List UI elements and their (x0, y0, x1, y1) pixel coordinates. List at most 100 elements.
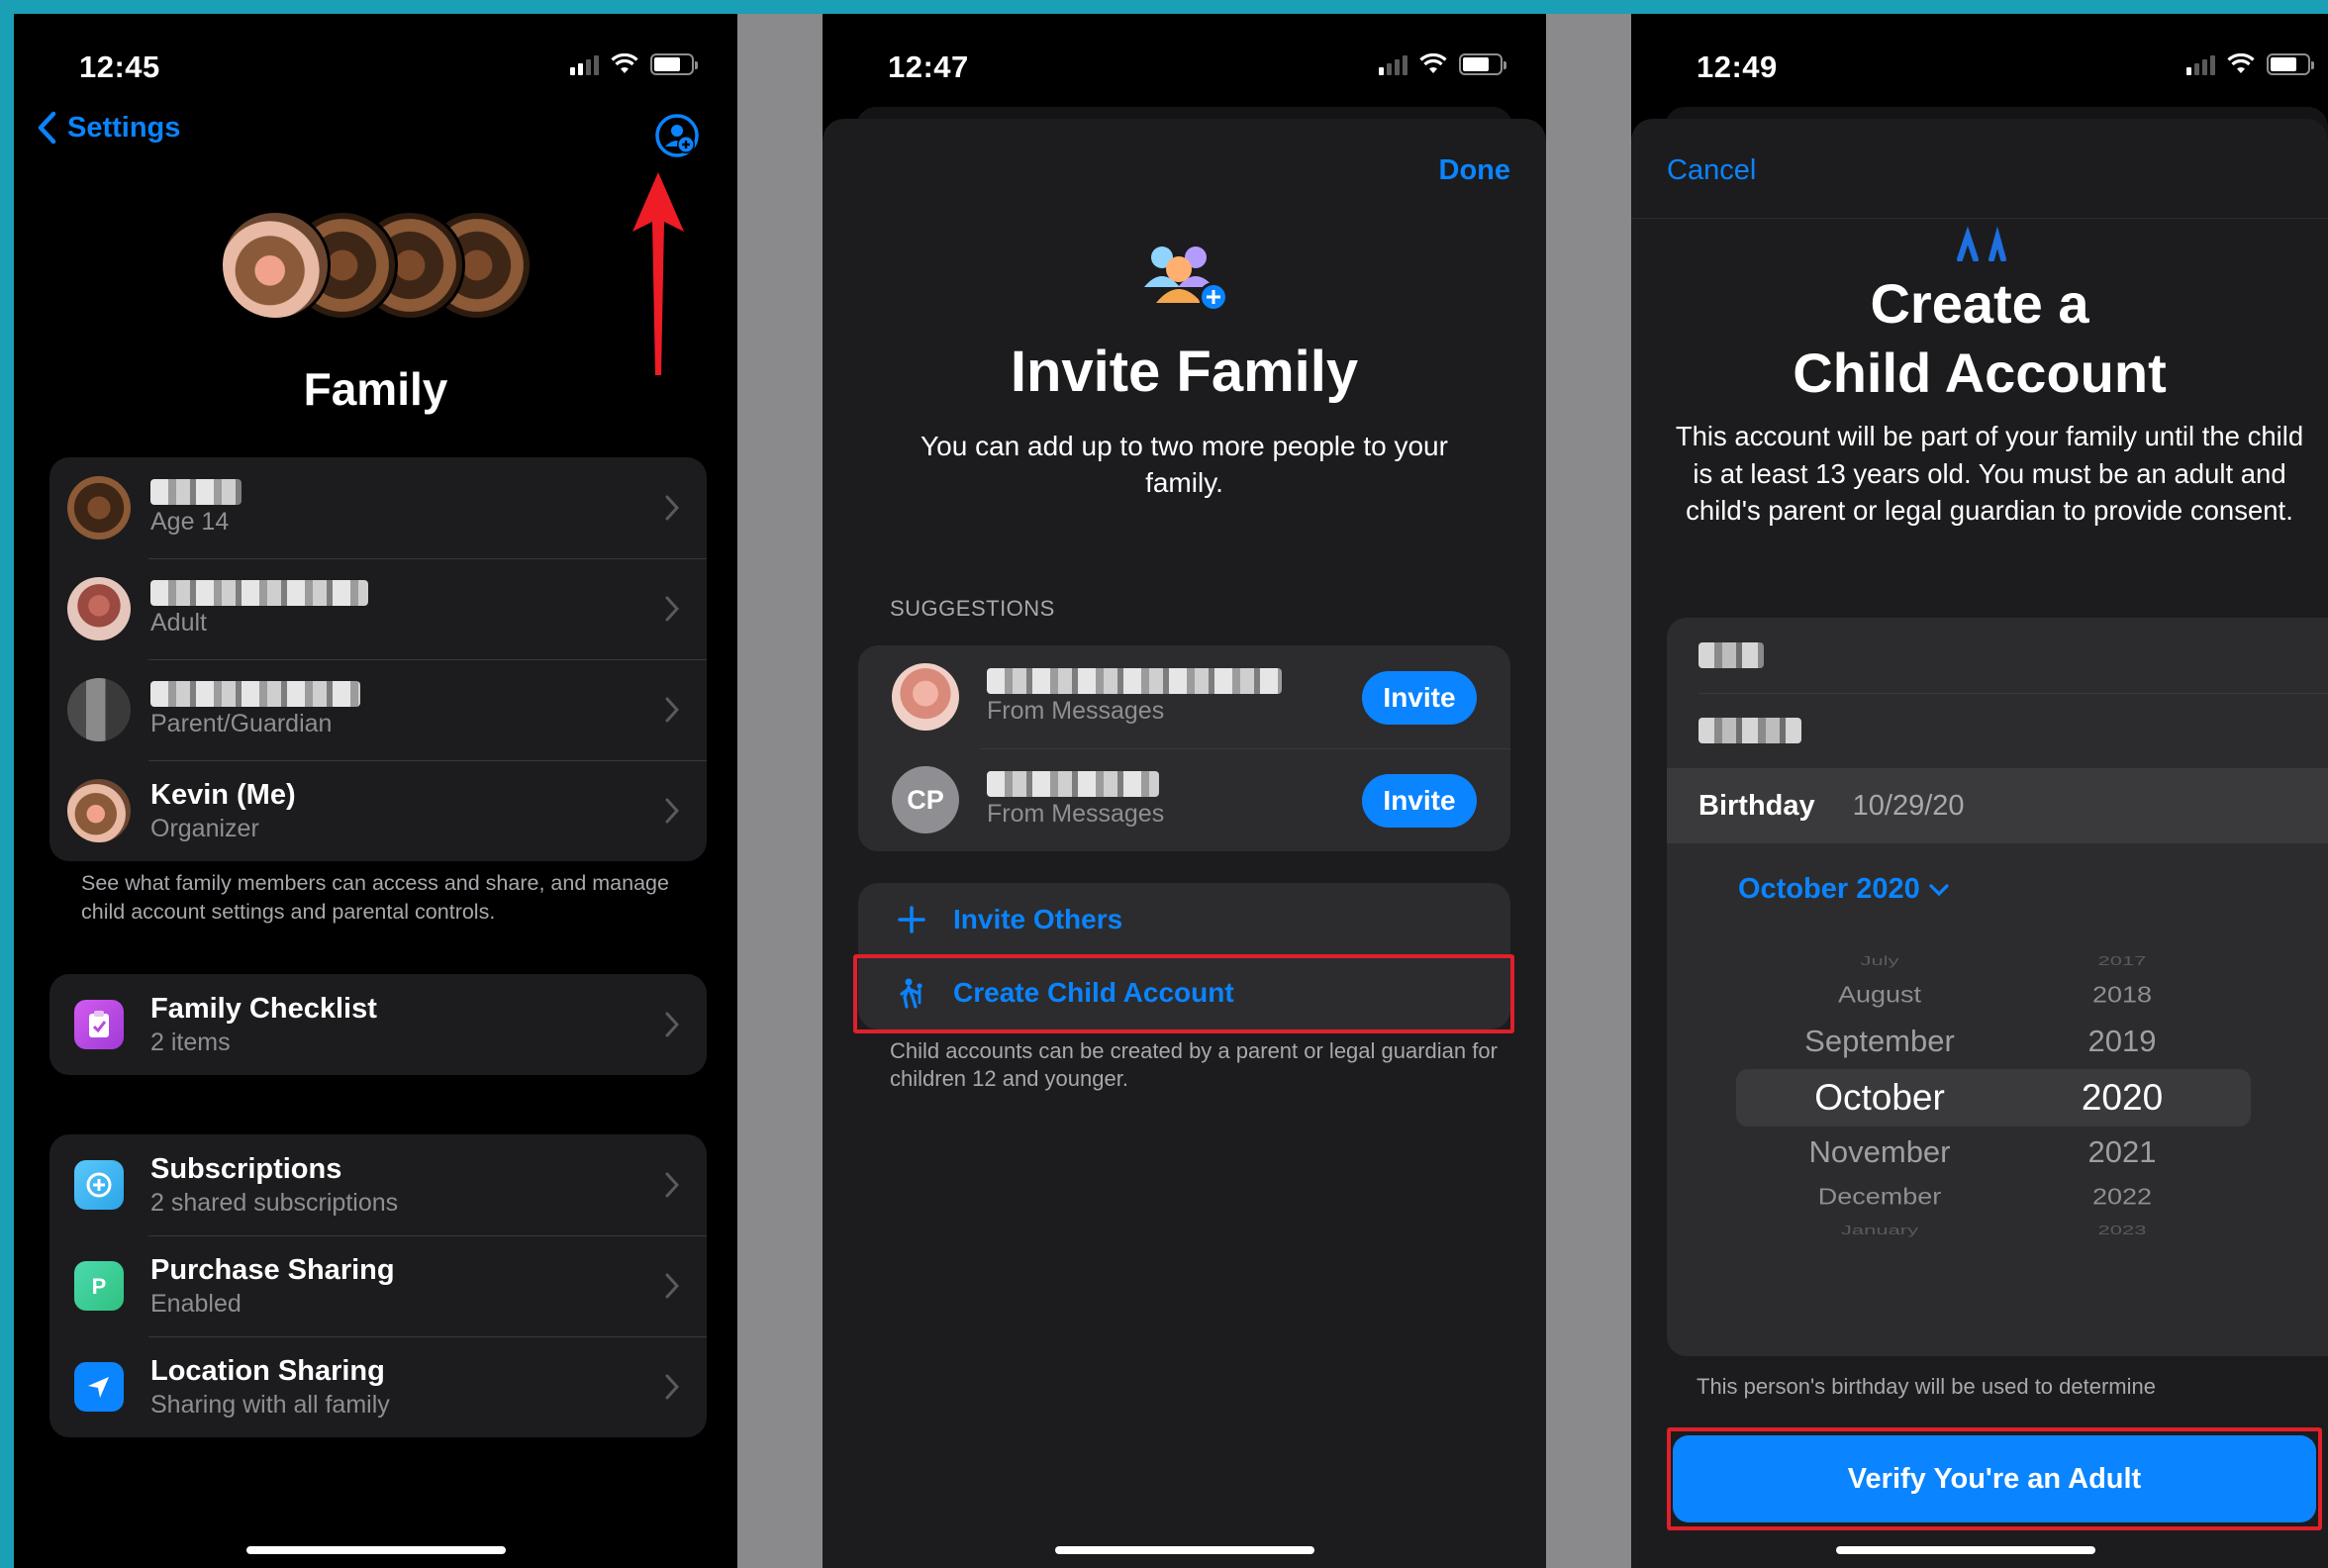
parent-child-icon (1957, 226, 2006, 261)
picker-month: December (1817, 1184, 1942, 1210)
picker-row: September 2019 (1736, 1024, 2251, 1059)
picker-row: July 2017 (1736, 953, 2251, 969)
phone-create-child: 12:49 Cancel Create a Child Account This… (1631, 14, 2328, 1568)
back-button[interactable]: Settings (36, 111, 180, 145)
create-child-sheet: Cancel Create a Child Account This accou… (1631, 119, 2328, 1568)
redacted-value (1698, 642, 1764, 668)
avatar (220, 210, 331, 321)
divider-gap (737, 14, 823, 1568)
birthday-value: 10/29/20 (1852, 789, 1965, 822)
avatar (67, 476, 131, 539)
picker-year: 2018 (2091, 982, 2153, 1008)
sheet-title: Create a Child Account (1631, 269, 2328, 408)
chevron-right-icon (665, 596, 679, 622)
battery-icon (650, 53, 698, 75)
picker-year: 2023 (2097, 1223, 2147, 1238)
signal-icon (1379, 53, 1407, 75)
home-indicator (1835, 1546, 2095, 1554)
redacted-name (150, 681, 360, 707)
invite-family-sheet: Done Invite Family You can add up to two… (823, 119, 1546, 1568)
add-family-member-icon[interactable] (652, 111, 702, 160)
subscriptions-row[interactable]: Subscriptions 2 shared subscriptions (49, 1134, 707, 1235)
location-sharing-row[interactable]: Location Sharing Sharing with all family (49, 1336, 707, 1437)
picker-year: 2019 (2087, 1024, 2157, 1058)
sheet-description: This account will be part of your family… (1675, 421, 2304, 526)
picker-row: January 2023 (1736, 1223, 2251, 1238)
family-avatars (210, 210, 566, 333)
redacted-name (150, 580, 368, 606)
svg-text:P: P (92, 1274, 107, 1299)
invite-others-row[interactable]: Invite Others (858, 883, 1510, 956)
picker-row: August 2018 (1736, 982, 2251, 1008)
picker-year: 2021 (2087, 1134, 2157, 1169)
sheet-description: You can add up to two more people to you… (921, 431, 1448, 498)
child-details-form: Birthday 10/29/20 October 2020 July 2017… (1667, 618, 2328, 1356)
redacted-name (150, 479, 242, 505)
subscriptions-sub: 2 shared subscriptions (150, 1189, 399, 1217)
status-time: 12:49 (1697, 49, 1778, 84)
month-year-selector[interactable]: October 2020 (1738, 873, 1950, 906)
last-name-field[interactable] (1667, 693, 2328, 768)
picker-month: October (1814, 1077, 1945, 1118)
member-role: Age 14 (150, 508, 230, 536)
member-row[interactable]: Age 14 (49, 457, 707, 558)
invite-others-label: Invite Others (953, 904, 1123, 934)
picker-row-selected: October 2020 (1736, 1077, 2251, 1119)
picker-month: August (1837, 982, 1922, 1008)
suggestion-row: From Messages Invite (858, 645, 1510, 748)
suggestion-source: From Messages (987, 800, 1165, 828)
status-bar: 12:45 (14, 36, 737, 95)
month-year-picker[interactable]: July 2017 August 2018 September 2019 Oct… (1736, 940, 2251, 1257)
picker-month: January (1840, 1223, 1919, 1238)
picker-year: 2022 (2091, 1184, 2153, 1210)
plus-icon (898, 906, 925, 933)
member-role: Organizer (150, 815, 259, 842)
chevron-right-icon (665, 697, 679, 723)
sharing-group: Subscriptions 2 shared subscriptions P P… (49, 1134, 707, 1437)
purchase-sharing-status: Enabled (150, 1290, 242, 1318)
chevron-right-icon (665, 1374, 679, 1400)
home-indicator (1054, 1546, 1314, 1554)
battery-icon (2267, 53, 2314, 75)
invite-button[interactable]: Invite (1362, 774, 1477, 828)
chevron-right-icon (665, 1172, 679, 1198)
birthday-field[interactable]: Birthday 10/29/20 (1667, 768, 2328, 843)
member-row[interactable]: Adult (49, 558, 707, 659)
checklist-count: 2 items (150, 1029, 231, 1056)
invite-button[interactable]: Invite (1362, 671, 1477, 725)
status-bar: 12:47 (823, 36, 1546, 95)
checklist-group: Family Checklist 2 items (49, 974, 707, 1075)
first-name-field[interactable] (1667, 618, 2328, 693)
home-indicator (245, 1546, 506, 1554)
chevron-right-icon (665, 1012, 679, 1037)
signal-icon (570, 53, 599, 75)
member-row[interactable]: Parent/Guardian (49, 659, 707, 760)
title-line: Create a (1870, 272, 2089, 335)
divider-gap (1546, 14, 1631, 1568)
picker-row: November 2021 (1736, 1134, 2251, 1170)
chevron-right-icon (665, 798, 679, 824)
picker-year: 2020 (2081, 1077, 2164, 1118)
checklist-title: Family Checklist (150, 993, 377, 1025)
back-label: Settings (67, 111, 181, 144)
picker-year: 2017 (2097, 953, 2147, 969)
done-button[interactable]: Done (1439, 154, 1511, 187)
red-arrow-annotation (632, 172, 684, 375)
family-checklist-row[interactable]: Family Checklist 2 items (49, 974, 707, 1075)
location-arrow-icon (74, 1362, 124, 1412)
title-line: Child Account (1793, 342, 2167, 404)
phone-family-settings: 12:45 Settings Family Age 14 Adult Paren… (14, 14, 737, 1568)
chevron-right-icon (665, 1273, 679, 1299)
redacted-value (1698, 718, 1801, 743)
member-row[interactable]: Kevin (Me) Organizer (49, 760, 707, 861)
avatar-initials: CP (892, 766, 959, 833)
purchase-sharing-row[interactable]: P Purchase Sharing Enabled (49, 1235, 707, 1336)
picker-month: July (1860, 953, 1899, 969)
avatar (67, 678, 131, 741)
sheet-title: Invite Family (1010, 340, 1359, 404)
location-sharing-status: Sharing with all family (150, 1391, 390, 1419)
wifi-icon (2227, 53, 2255, 73)
month-year-label: October 2020 (1738, 873, 1920, 905)
cancel-button[interactable]: Cancel (1667, 154, 1756, 187)
member-role: Adult (150, 609, 207, 637)
